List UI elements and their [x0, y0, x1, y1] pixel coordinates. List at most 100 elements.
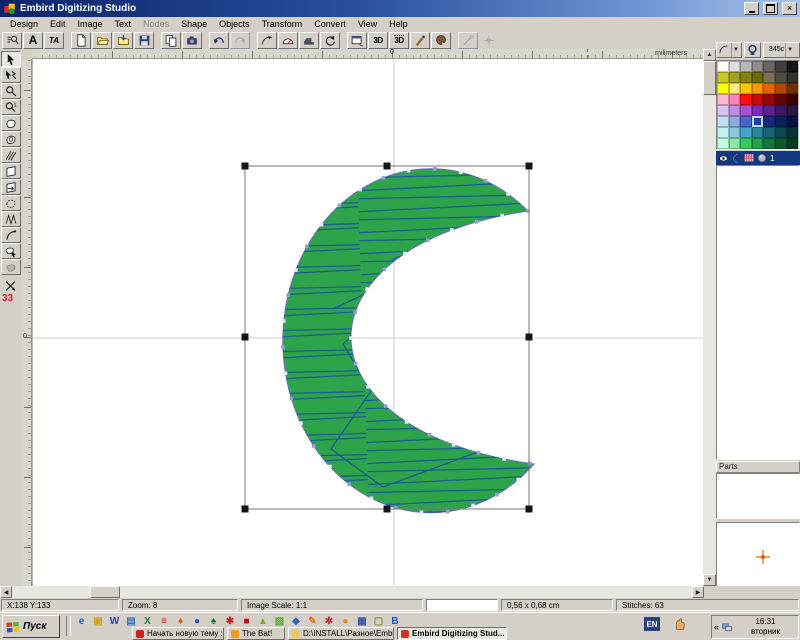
- arc-tool[interactable]: [1, 227, 21, 243]
- open-icon[interactable]: [92, 32, 112, 49]
- quick-launch-icon-18[interactable]: ▢: [371, 615, 386, 628]
- palette-swatch-12[interactable]: [775, 72, 787, 83]
- quick-launch-icon-8[interactable]: ♠: [206, 615, 221, 628]
- quick-launch-icon-5[interactable]: ≡: [157, 615, 172, 628]
- palette-swatch-47[interactable]: [775, 127, 787, 138]
- hand-tray-icon[interactable]: [672, 617, 688, 631]
- quick-launch-icon-0[interactable]: e: [74, 615, 89, 628]
- palette-swatch-10[interactable]: [752, 72, 764, 83]
- quick-launch-icon-1[interactable]: ▣: [91, 615, 106, 628]
- palette-swatch-11[interactable]: [763, 72, 775, 83]
- language-indicator[interactable]: EN: [644, 617, 660, 631]
- tray-clock[interactable]: 16:31вторник: [733, 617, 798, 637]
- palette-swatch-29[interactable]: [729, 105, 741, 116]
- palette-swatch-53[interactable]: [763, 138, 775, 149]
- palette-swatch-46[interactable]: [763, 127, 775, 138]
- palette-swatch-21[interactable]: [717, 94, 729, 105]
- palette-swatch-33[interactable]: [775, 105, 787, 116]
- palette-swatch-35[interactable]: [717, 116, 729, 127]
- crescent-object[interactable]: [281, 167, 534, 514]
- palette-swatch-32[interactable]: [763, 105, 775, 116]
- palette-swatch-1[interactable]: [729, 61, 741, 72]
- measure-curve-icon[interactable]: [257, 32, 277, 49]
- palette-swatch-44[interactable]: [740, 127, 752, 138]
- quick-launch-icon-6[interactable]: ♦: [173, 615, 188, 628]
- column-tool[interactable]: [1, 163, 21, 179]
- fill-hole-tool[interactable]: [1, 131, 21, 147]
- palette-icon[interactable]: [431, 32, 451, 49]
- select-tool[interactable]: [1, 51, 21, 67]
- palette-swatch-27[interactable]: [787, 94, 799, 105]
- scroll-right-button[interactable]: ▶: [692, 586, 704, 598]
- palette-swatch-22[interactable]: [729, 94, 741, 105]
- restore-button[interactable]: [763, 2, 778, 15]
- palette-swatch-13[interactable]: [787, 72, 799, 83]
- tray-collapse-chevron[interactable]: «: [712, 622, 721, 632]
- palette-swatch-51[interactable]: [740, 138, 752, 149]
- quick-launch-icon-11[interactable]: ▲: [256, 615, 271, 628]
- paste-image-icon[interactable]: [182, 32, 202, 49]
- hatch-fill-tool[interactable]: [1, 147, 21, 163]
- palette-swatch-26[interactable]: [775, 94, 787, 105]
- quick-launch-icon-17[interactable]: ▦: [355, 615, 370, 628]
- object-list[interactable]: [716, 165, 800, 460]
- quick-launch-icon-2[interactable]: W: [107, 615, 122, 628]
- palette-swatch-6[interactable]: [787, 61, 799, 72]
- menu-help[interactable]: Help: [383, 18, 414, 30]
- curve-style-dropdown[interactable]: ▼: [716, 42, 742, 58]
- horizontal-scrollbar[interactable]: ◀ ▶: [0, 586, 704, 598]
- parameters-icon[interactable]: [2, 32, 22, 49]
- palette-swatch-41[interactable]: [787, 116, 799, 127]
- scroll-left-button[interactable]: ◀: [0, 586, 12, 598]
- new-icon[interactable]: [71, 32, 91, 49]
- 3d-icon[interactable]: 3D: [368, 32, 388, 49]
- palette-swatch-34[interactable]: [787, 105, 799, 116]
- quick-launch-icon-10[interactable]: ■: [239, 615, 254, 628]
- 3d-settings-icon[interactable]: 3D: [389, 32, 409, 49]
- palette-swatch-30[interactable]: [740, 105, 752, 116]
- palette-swatch-55[interactable]: [787, 138, 799, 149]
- palette-swatch-45[interactable]: [752, 127, 764, 138]
- minimize-button[interactable]: [744, 2, 759, 15]
- palette-swatch-25[interactable]: [763, 94, 775, 105]
- parts-list[interactable]: [716, 473, 800, 519]
- 3d-window-icon[interactable]: [347, 32, 367, 49]
- palette-swatch-8[interactable]: [729, 72, 741, 83]
- tray-network-icon[interactable]: [721, 622, 733, 632]
- palette-swatch-48[interactable]: [787, 127, 799, 138]
- brush-icon[interactable]: [410, 32, 430, 49]
- palette-swatch-38[interactable]: [752, 116, 764, 127]
- satin-tool[interactable]: [1, 211, 21, 227]
- quick-launch-icon-13[interactable]: ◆: [289, 615, 304, 628]
- palette-swatch-4[interactable]: [763, 61, 775, 72]
- palette-swatch-2[interactable]: [740, 61, 752, 72]
- palette-swatch-18[interactable]: [763, 83, 775, 94]
- quick-launch-icon-15[interactable]: ✱: [322, 615, 337, 628]
- menu-design[interactable]: Design: [4, 18, 44, 30]
- node-edit-tool[interactable]: [1, 67, 21, 83]
- palette-swatch-9[interactable]: [740, 72, 752, 83]
- quick-launch-icon-16[interactable]: ●: [338, 615, 353, 628]
- palette-swatch-5[interactable]: [775, 61, 787, 72]
- palette-swatch-37[interactable]: [740, 116, 752, 127]
- palette-swatch-42[interactable]: [717, 127, 729, 138]
- zoom-1-1-tool[interactable]: 1: [1, 99, 21, 115]
- zoom-tool[interactable]: [1, 83, 21, 99]
- design-canvas[interactable]: [32, 59, 703, 586]
- start-button[interactable]: Пуск: [2, 615, 60, 638]
- stitch-mode-dropdown[interactable]: 345c▼: [763, 42, 800, 58]
- palette-swatch-0[interactable]: [717, 61, 729, 72]
- palette-swatch-16[interactable]: [740, 83, 752, 94]
- close-button[interactable]: ×: [782, 2, 797, 15]
- palette-swatch-31[interactable]: [752, 105, 764, 116]
- quick-launch-icon-9[interactable]: ✱: [223, 615, 238, 628]
- import-icon[interactable]: [113, 32, 133, 49]
- vscroll-thumb[interactable]: [703, 61, 716, 95]
- undo-icon[interactable]: [209, 32, 229, 49]
- freehand-shape-tool[interactable]: [1, 243, 21, 259]
- palette-swatch-17[interactable]: [752, 83, 764, 94]
- palette-swatch-36[interactable]: [729, 116, 741, 127]
- menu-transform[interactable]: Transform: [256, 18, 309, 30]
- scroll-down-button[interactable]: ▼: [703, 574, 716, 586]
- palette-swatch-52[interactable]: [752, 138, 764, 149]
